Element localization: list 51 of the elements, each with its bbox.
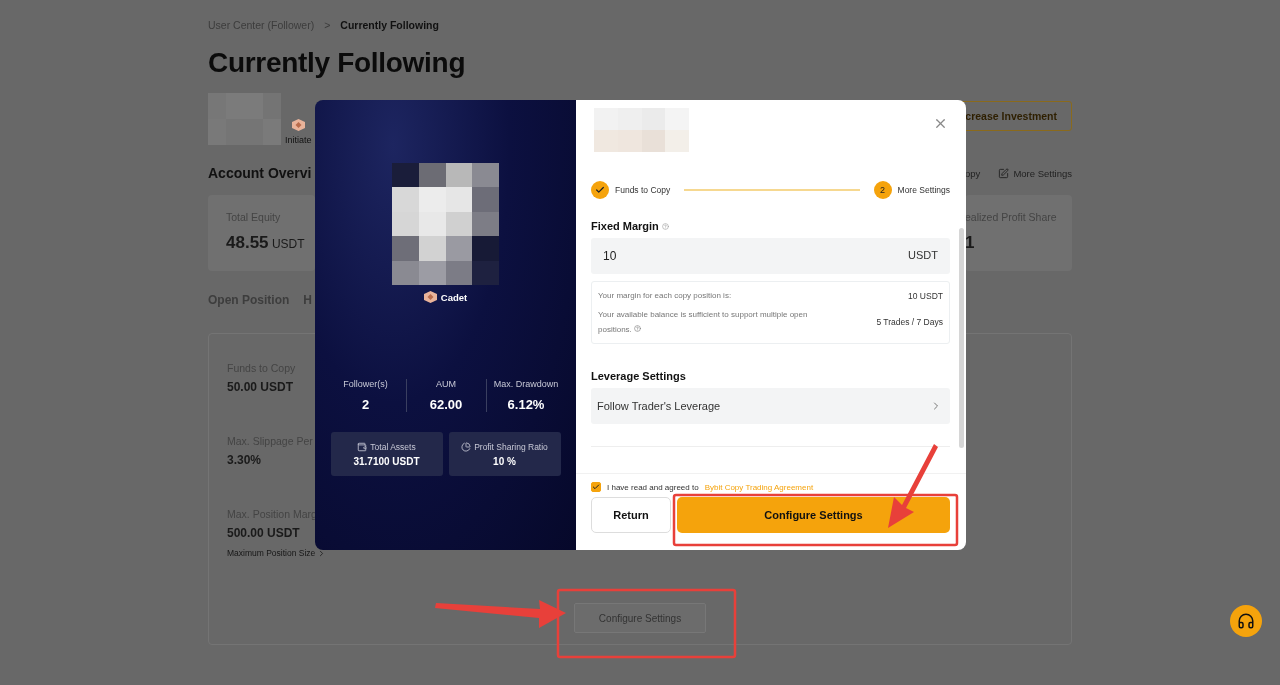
setting-link[interactable]: Maximum Position Size xyxy=(227,548,327,558)
metric-value: 6.12% xyxy=(507,397,545,412)
info-text: Your margin for each copy position is: xyxy=(598,290,733,302)
wallet-icon xyxy=(357,441,368,452)
close-button[interactable] xyxy=(933,116,948,131)
tile-label: Total Assets xyxy=(370,441,416,452)
return-button[interactable]: Return xyxy=(591,497,671,533)
breadcrumb-separator: > xyxy=(324,19,331,31)
metric-value: 62.00 xyxy=(429,397,463,412)
field-label: Leverage Settings xyxy=(591,370,686,382)
tile-value: 10 % xyxy=(493,455,516,467)
stat-value: 1 xyxy=(965,233,976,253)
setting-value: 3.30% xyxy=(227,453,262,467)
headset-icon xyxy=(1237,612,1255,630)
metric-label: AUM xyxy=(436,379,456,389)
page-title: Currently Following xyxy=(208,47,467,79)
header-link[interactable]: More Settings xyxy=(998,167,1072,179)
help-icon[interactable] xyxy=(634,325,642,332)
step-label: More Settings xyxy=(897,185,950,195)
configure-settings-button[interactable]: Configure Settings xyxy=(574,603,706,633)
agreement-checkbox[interactable] xyxy=(591,482,601,492)
trader-badge-label: Initiate xyxy=(285,135,312,145)
support-button[interactable] xyxy=(1230,605,1262,637)
edit-icon xyxy=(998,167,1010,179)
field-label: Fixed Margin xyxy=(591,220,659,232)
pie-chart-icon xyxy=(461,441,472,452)
scrollbar[interactable] xyxy=(959,228,964,448)
step-label: Funds to Copy xyxy=(615,185,671,195)
trader-rank: Cadet xyxy=(440,291,468,303)
rank-badge-icon xyxy=(423,291,437,303)
metric-value: 2 xyxy=(361,397,370,412)
unit-label: USDT xyxy=(908,249,938,261)
breadcrumb-current: Currently Following xyxy=(340,19,439,31)
setting-value: 500.00 USDT xyxy=(227,526,300,540)
info-value: 10 USDT xyxy=(908,290,943,301)
leverage-select[interactable]: Follow Trader's Leverage xyxy=(591,388,950,424)
agreement-link[interactable]: Bybit Copy Trading Agreement xyxy=(704,482,814,492)
metric-label: Max. Drawdown xyxy=(493,379,559,389)
rank-badge-icon xyxy=(291,119,305,131)
setting-value: 50.00 USDT xyxy=(227,380,294,394)
header-link[interactable]: opy xyxy=(965,167,981,179)
metric-label: Follower(s) xyxy=(343,379,388,389)
step-indicator: 2 xyxy=(873,181,892,199)
section-heading: Account Overvi xyxy=(208,165,312,181)
tile-value: 31.7100 USDT xyxy=(353,455,420,467)
agreement-text: I have read and agreed to xyxy=(607,482,699,492)
info-value: 5 Trades / 7 Days xyxy=(876,317,943,327)
tile-label: Profit Sharing Ratio xyxy=(474,441,548,452)
stat-value: 48.55 USDT xyxy=(226,233,306,253)
configure-settings-button[interactable]: Configure Settings xyxy=(677,497,950,533)
info-text: Your available balance is sufficient to support multiple open positions. xyxy=(598,309,809,336)
